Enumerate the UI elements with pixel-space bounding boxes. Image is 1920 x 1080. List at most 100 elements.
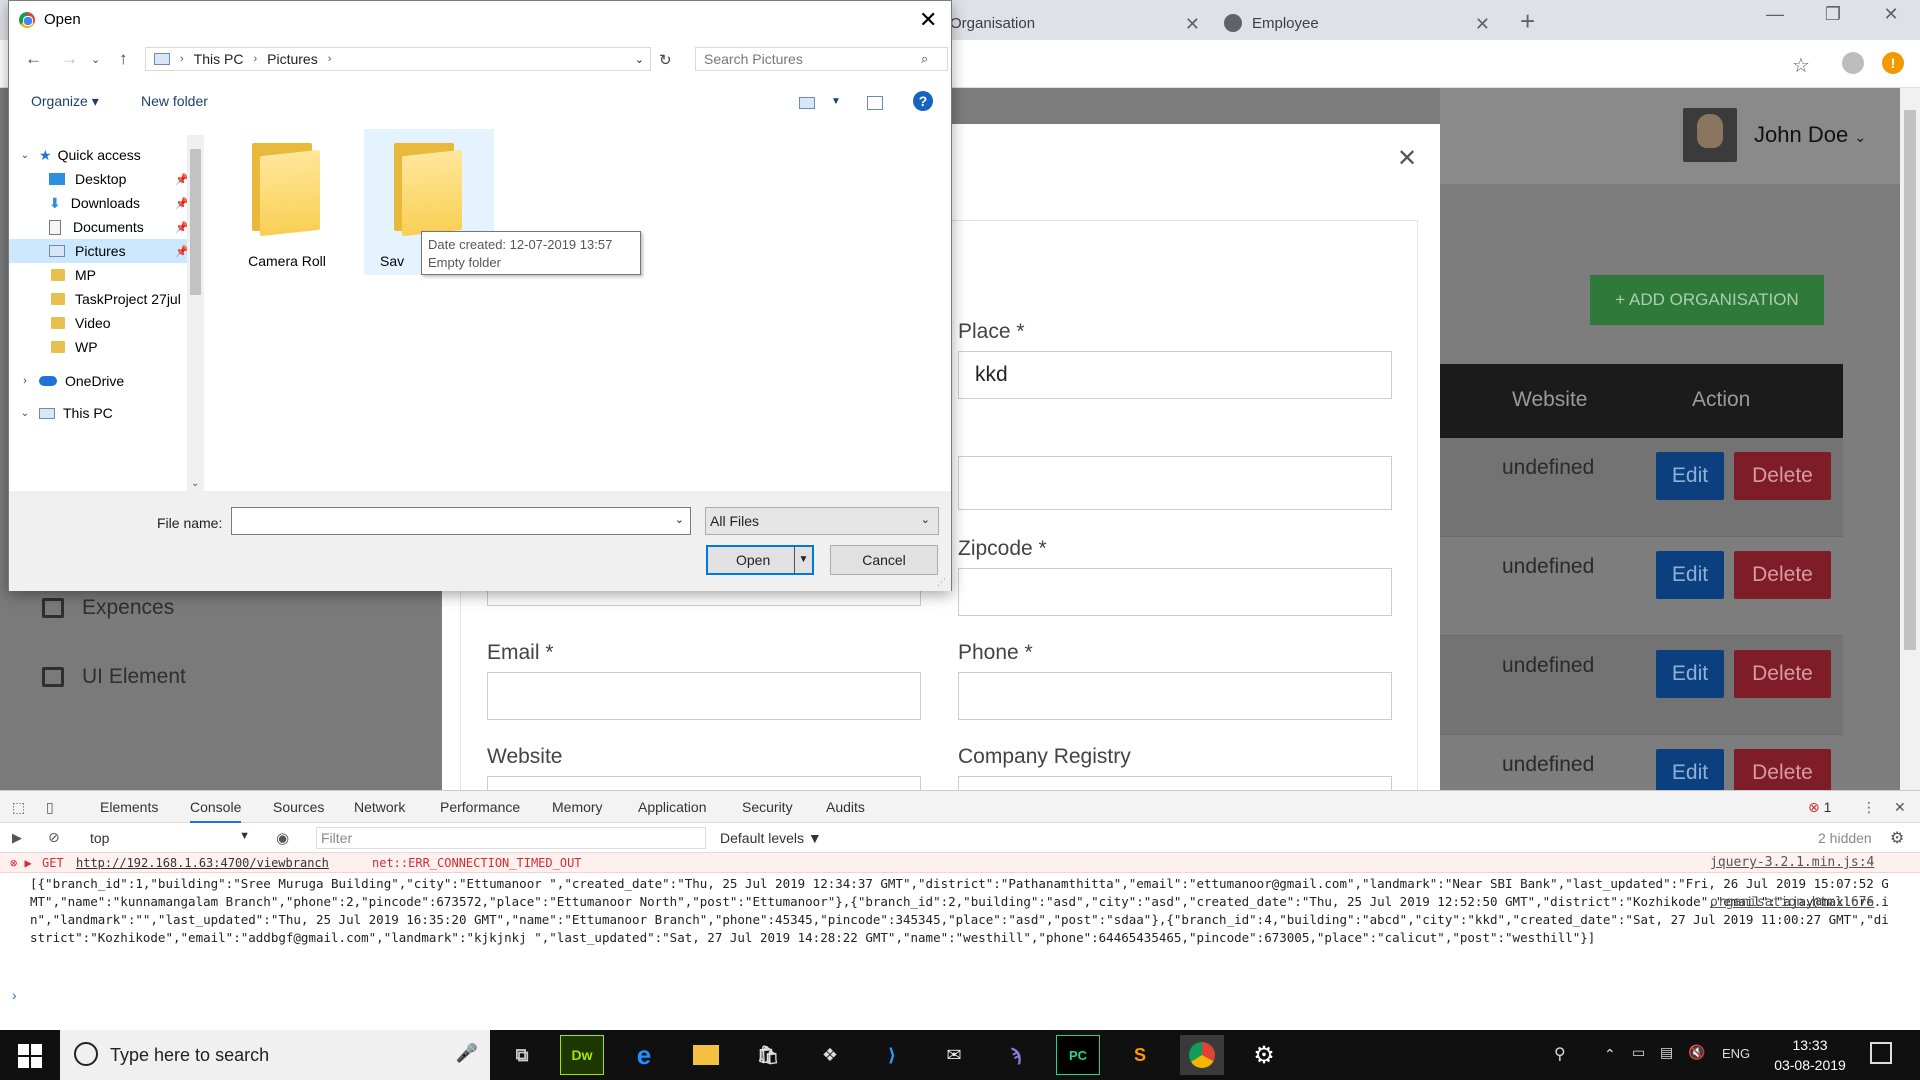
open-options-chevron-icon[interactable]: ▼ [794, 547, 812, 573]
microphone-icon[interactable]: 🎤 [456, 1043, 478, 1064]
device-toolbar-icon[interactable]: ▯ [46, 799, 54, 816]
chevron-right-icon[interactable]: › [17, 375, 33, 387]
nav-item-this-pc[interactable]: ⌄ This PC [9, 401, 197, 425]
close-icon[interactable]: ✕ [919, 7, 937, 33]
tab-employee[interactable]: Employee ✕ [1210, 6, 1500, 40]
page-scrollbar[interactable] [1900, 88, 1920, 790]
breadcrumb-pictures[interactable]: Pictures [267, 51, 318, 67]
add-organisation-button[interactable]: + ADD ORGANISATION [1590, 275, 1824, 325]
star-icon[interactable]: ☆ [1792, 53, 1810, 78]
mail-icon[interactable]: ✉ [932, 1035, 976, 1075]
organize-menu[interactable]: Organize ▾ [31, 93, 99, 110]
profile-icon[interactable] [1842, 52, 1864, 74]
chrome-icon[interactable] [1180, 1035, 1224, 1075]
nav-item-taskproject[interactable]: TaskProject 27jul [9, 287, 197, 311]
edit-button[interactable]: Edit [1656, 749, 1724, 790]
nav-item-mp[interactable]: MP [9, 263, 197, 287]
clock[interactable]: 13:33 03-08-2019 [1760, 1035, 1860, 1075]
maximize-icon[interactable]: ❐ [1810, 4, 1856, 25]
task-view-icon[interactable]: ⧉ [500, 1035, 544, 1075]
nav-item-video[interactable]: Video [9, 311, 197, 335]
app-icon[interactable]: ϡ [994, 1035, 1038, 1075]
delete-button[interactable]: Delete [1734, 452, 1831, 500]
chevron-down-icon[interactable]: ⌄ [17, 150, 33, 161]
edit-button[interactable]: Edit [1656, 551, 1724, 599]
back-arrow-icon[interactable]: ← [25, 49, 42, 69]
tab-security[interactable]: Security [742, 799, 793, 815]
forward-arrow-icon[interactable]: → [61, 49, 78, 69]
language-indicator[interactable]: ENG [1722, 1046, 1750, 1061]
view-options-chevron-icon[interactable]: ▼ [831, 96, 841, 107]
refresh-icon[interactable]: ↻ [659, 51, 672, 69]
tab-organisation[interactable]: Organisation ✕ [950, 6, 1210, 40]
avatar[interactable] [1683, 108, 1737, 162]
scroll-down-icon[interactable]: ⌄ [191, 478, 199, 489]
tab-performance[interactable]: Performance [440, 799, 520, 815]
delete-button[interactable]: Delete [1734, 650, 1831, 698]
scrollbar-thumb[interactable] [1904, 110, 1916, 650]
settings-gear-icon[interactable]: ⚙ [1242, 1035, 1286, 1075]
delete-button[interactable]: Delete [1734, 749, 1831, 790]
delete-button[interactable]: Delete [1734, 551, 1831, 599]
store-icon[interactable]: 🛍 [746, 1035, 790, 1075]
nav-item-downloads[interactable]: ⬇ Downloads 📌 [9, 191, 197, 215]
help-icon[interactable]: ? [913, 91, 933, 111]
log-levels-select[interactable]: Default levels ▼ [720, 830, 822, 846]
phone-field[interactable] [958, 672, 1392, 720]
nav-item-pictures[interactable]: Pictures 📌 [9, 239, 197, 263]
scrollbar-thumb[interactable] [190, 149, 201, 295]
settings-gear-icon[interactable]: ⚙ [1890, 828, 1904, 848]
battery-icon[interactable]: ▭ [1632, 1044, 1645, 1061]
tab-application[interactable]: Application [638, 799, 707, 815]
taskbar-search-input[interactable]: Type here to search 🎤 [60, 1030, 490, 1080]
sublime-text-icon[interactable]: S [1118, 1035, 1162, 1075]
close-window-icon[interactable]: ✕ [1868, 4, 1914, 25]
dropbox-icon[interactable]: ❖ [808, 1035, 852, 1075]
nav-item-documents[interactable]: Documents 📌 [9, 215, 197, 239]
volume-muted-icon[interactable]: 🔇 [1688, 1044, 1705, 1061]
tab-memory[interactable]: Memory [552, 799, 603, 815]
chevron-down-icon[interactable]: ⌄ [17, 408, 33, 419]
tab-elements[interactable]: Elements [100, 799, 158, 815]
clear-console-icon[interactable]: ⊘ [48, 829, 60, 846]
close-icon[interactable]: ✕ [1185, 14, 1200, 35]
file-explorer-icon[interactable] [684, 1035, 728, 1075]
website-field[interactable] [487, 776, 921, 790]
dreamweaver-icon[interactable]: Dw [560, 1035, 604, 1075]
people-icon[interactable]: ⚲ [1554, 1044, 1566, 1064]
sidebar-item-ui-element[interactable]: UI Element [42, 665, 186, 689]
minimize-icon[interactable]: — [1752, 4, 1798, 25]
close-icon[interactable]: ✕ [1397, 144, 1417, 173]
windows-start-icon[interactable] [18, 1044, 42, 1068]
file-type-select[interactable]: All Files ⌄ [705, 507, 939, 535]
sidebar-item-expences[interactable]: Expences [42, 596, 174, 620]
edge-icon[interactable]: e [622, 1035, 666, 1075]
preview-pane-icon[interactable] [867, 96, 883, 110]
chevron-up-icon[interactable]: ⌃ [1604, 1046, 1616, 1063]
inspect-icon[interactable]: ⬚ [12, 799, 25, 816]
breadcrumb-this-pc[interactable]: This PC [194, 51, 244, 67]
edit-button[interactable]: Edit [1656, 452, 1724, 500]
nav-item-onedrive[interactable]: › OneDrive [9, 369, 197, 393]
more-options-icon[interactable]: ⋮ [1862, 799, 1876, 816]
resize-grip-icon[interactable]: ⋰ [937, 577, 946, 588]
tab-network[interactable]: Network [354, 799, 405, 815]
tab-audits[interactable]: Audits [826, 799, 865, 815]
tab-sources[interactable]: Sources [273, 799, 324, 815]
up-arrow-icon[interactable]: ↑ [119, 49, 128, 69]
file-name-input[interactable]: ⌄ [231, 507, 691, 535]
context-select[interactable]: top ▼ [90, 830, 250, 846]
user-menu[interactable]: John Doe ⌄ [1754, 122, 1866, 148]
cancel-button[interactable]: Cancel [830, 545, 938, 575]
pycharm-icon[interactable]: PC [1056, 1035, 1100, 1075]
email-field[interactable] [487, 672, 921, 720]
nav-item-quick-access[interactable]: ⌄ ★ Quick access [9, 143, 197, 167]
place-field[interactable]: kkd [958, 351, 1392, 399]
zipcode-field[interactable] [958, 568, 1392, 616]
navigation-scrollbar[interactable]: ⌄ [187, 135, 204, 491]
edit-button[interactable]: Edit [1656, 650, 1724, 698]
recent-locations-chevron-icon[interactable]: ⌄ [91, 53, 100, 66]
nav-item-wp[interactable]: WP [9, 335, 197, 359]
chevron-down-icon[interactable]: ⌄ [675, 513, 684, 526]
close-devtools-icon[interactable]: ✕ [1894, 799, 1906, 816]
